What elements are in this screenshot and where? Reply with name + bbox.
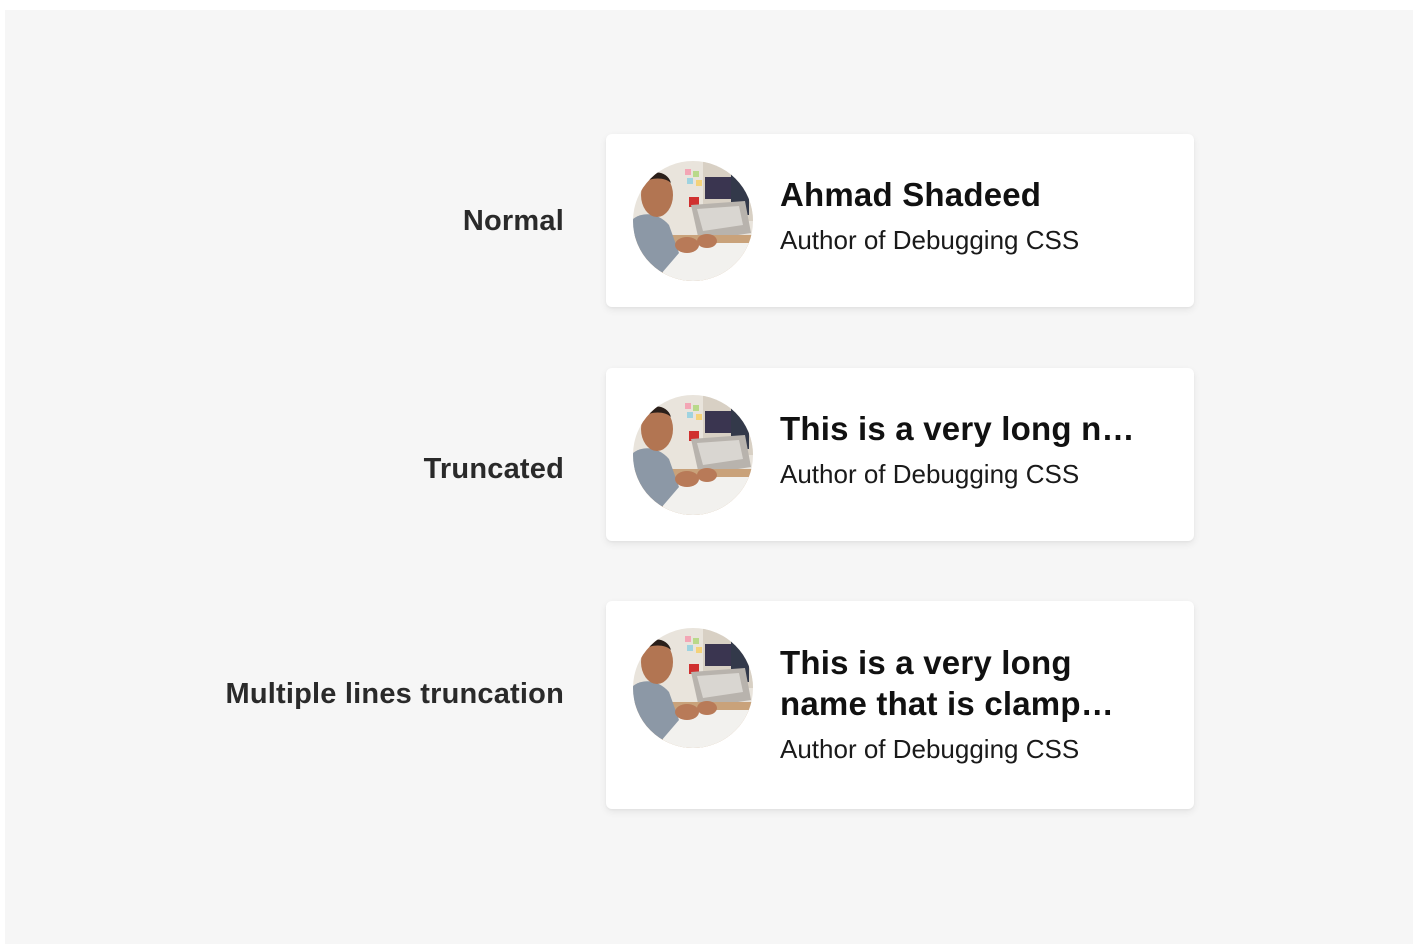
card-text: This is a very long name that is truncat… <box>780 408 1146 490</box>
profile-name: Ahmad Shadeed <box>780 176 1042 213</box>
profile-name: This is a very long name that is truncat… <box>780 410 1146 447</box>
avatar-photo-icon <box>633 628 753 748</box>
profile-role: Author of Debugging CSS <box>780 459 1080 489</box>
card-text: This is a very long name that is clamped… <box>780 642 1126 765</box>
avatar <box>633 161 753 281</box>
profile-role: Author of Debugging CSS <box>780 225 1080 255</box>
avatar <box>633 395 753 515</box>
profile-card-multiline: This is a very long name that is clamped… <box>606 601 1194 809</box>
profile-card-normal: Ahmad Shadeed Author of Debugging CSS <box>606 134 1194 307</box>
avatar-photo-icon <box>633 161 753 281</box>
profile-role: Author of Debugging CSS <box>780 734 1080 764</box>
row-label-normal: Normal <box>462 205 564 237</box>
avatar-photo-icon <box>633 395 753 515</box>
card-text: Ahmad Shadeed Author of Debugging CSS <box>780 174 1146 256</box>
avatar <box>633 628 753 748</box>
row-label-truncated: Truncated <box>423 453 564 485</box>
row-label-multiline: Multiple lines truncation <box>225 678 564 710</box>
profile-name: This is a very long name that is clamped… <box>780 644 1120 722</box>
profile-card-truncated: This is a very long name that is truncat… <box>606 368 1194 541</box>
